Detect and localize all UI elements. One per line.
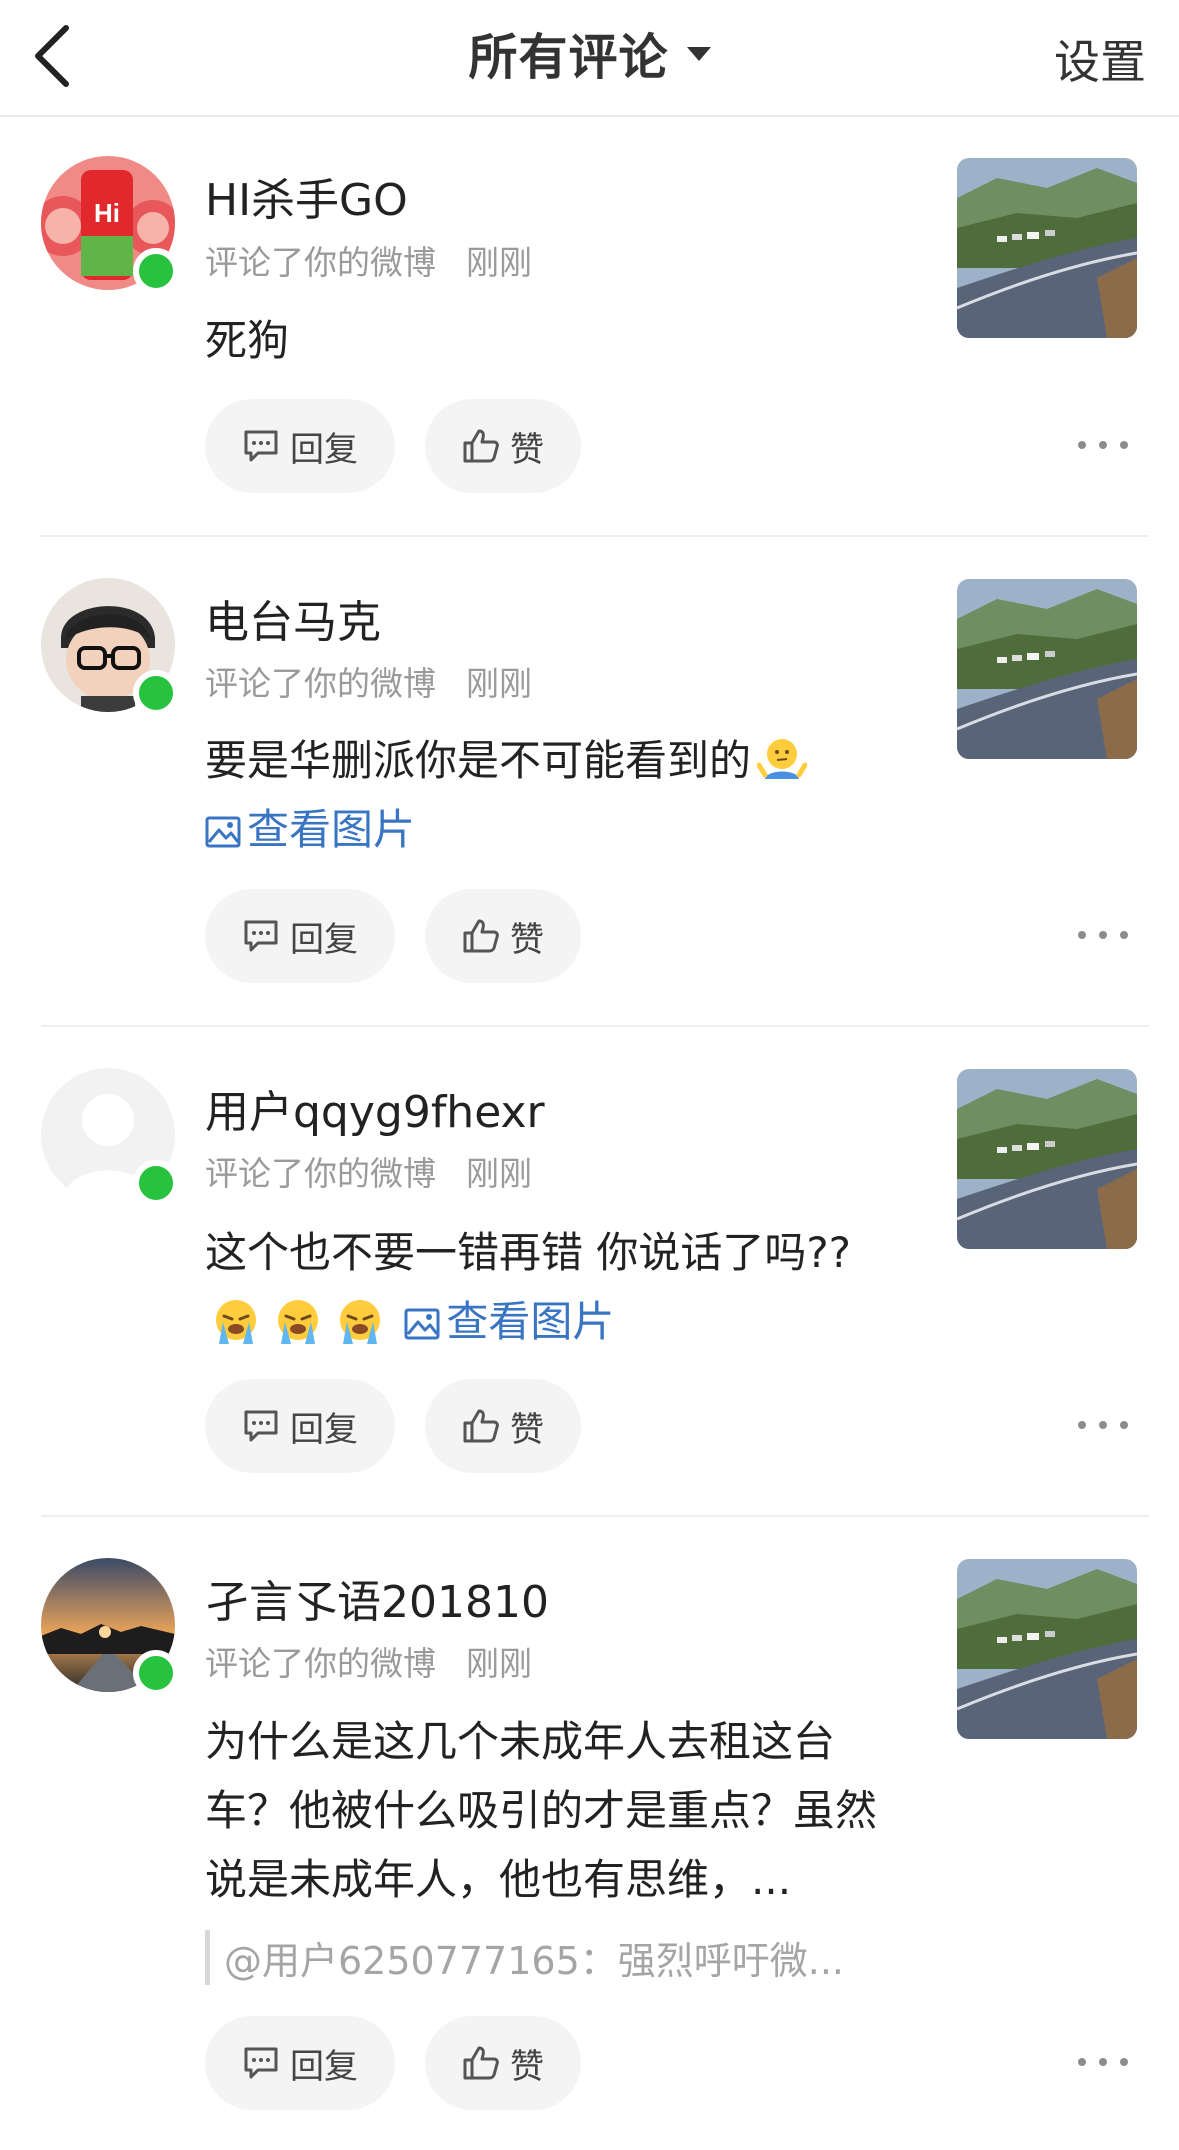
online-status-dot	[133, 670, 179, 716]
comment-body: 这个也不要一错再错 你说话了吗??	[205, 1228, 851, 1277]
online-status-dot	[133, 248, 179, 294]
reply-button[interactable]: 回复	[205, 889, 395, 983]
like-button[interactable]: 赞	[425, 2016, 581, 2110]
comment-time: 刚刚	[466, 1154, 532, 1193]
crying-emoji-icon	[216, 1300, 256, 1344]
like-label: 赞	[510, 2046, 544, 2087]
image-icon	[205, 816, 241, 848]
weibo-post-thumbnail[interactable]	[957, 1559, 1137, 1739]
like-label: 赞	[510, 1409, 544, 1450]
comment-bubble-icon	[244, 430, 278, 462]
avatar[interactable]	[41, 1068, 179, 1206]
comment-filter-dropdown[interactable]: 所有评论	[468, 18, 711, 89]
comment-action-text: 评论了你的微博	[205, 664, 436, 703]
reply-label: 回复	[290, 919, 358, 960]
view-image-label: 查看图片	[446, 1297, 615, 1346]
view-image-label: 查看图片	[247, 805, 416, 854]
comment-text[interactable]: 为什么是这几个未成年人去租这台车？他被什么吸引的才是重点？虽然说是未成年人，他也…	[205, 1707, 895, 1914]
settings-button[interactable]: 设置	[1054, 26, 1146, 92]
like-button[interactable]: 赞	[425, 889, 581, 983]
view-image-link[interactable]: 查看图片	[205, 805, 415, 854]
more-options-button[interactable]	[1078, 915, 1128, 955]
thumbs-up-icon	[463, 2046, 499, 2080]
comment-time: 刚刚	[466, 664, 532, 703]
comment-action-text: 评论了你的微博	[205, 1154, 436, 1193]
weibo-post-thumbnail[interactable]	[957, 158, 1137, 338]
comment-meta: 评论了你的微博 刚刚	[205, 657, 532, 705]
username[interactable]: HI杀手GO	[205, 164, 408, 228]
comment-text[interactable]: 这个也不要一错再错 你说话了吗?? 查看图片	[205, 1218, 895, 1356]
username[interactable]: 孑言孓语201810	[205, 1566, 549, 1630]
comment-body: 死狗	[205, 316, 290, 365]
view-image-link[interactable]: 查看图片	[404, 1297, 614, 1346]
more-options-button[interactable]	[1078, 425, 1128, 465]
thumbs-up-icon	[463, 429, 499, 463]
online-status-dot	[133, 1650, 179, 1696]
like-label: 赞	[510, 919, 544, 960]
comment-action-text: 评论了你的微博	[205, 243, 436, 282]
comment-time: 刚刚	[466, 1644, 532, 1683]
comment-bubble-icon	[244, 1410, 278, 1442]
more-options-button[interactable]	[1078, 1405, 1128, 1445]
reply-button[interactable]: 回复	[205, 399, 395, 493]
top-nav-bar: 所有评论 设置	[0, 0, 1179, 117]
page-title: 所有评论	[468, 29, 669, 86]
crying-emoji-icon	[278, 1300, 318, 1344]
reply-label: 回复	[290, 2046, 358, 2087]
like-button[interactable]: 赞	[425, 399, 581, 493]
thumbs-up-icon	[463, 1409, 499, 1443]
like-button[interactable]: 赞	[425, 1379, 581, 1473]
comment-bubble-icon	[244, 920, 278, 952]
avatar[interactable]	[41, 578, 179, 716]
avatar[interactable]	[41, 1558, 179, 1696]
online-status-dot	[133, 1160, 179, 1206]
comment-bubble-icon	[244, 2047, 278, 2079]
comment-action-text: 评论了你的微博	[205, 1644, 436, 1683]
username[interactable]: 用户qqyg9fhexr	[205, 1076, 545, 1140]
comment-meta: 评论了你的微博 刚刚	[205, 236, 532, 284]
svg-text:Hi: Hi	[94, 198, 120, 228]
caret-down-icon	[686, 46, 711, 61]
comment-body: 要是华删派你是不可能看到的	[205, 736, 752, 785]
comment-text[interactable]: 死狗	[205, 306, 895, 375]
reply-button[interactable]: 回复	[205, 2016, 395, 2110]
reply-label: 回复	[290, 429, 358, 470]
divider	[41, 1515, 1149, 1517]
comment-text[interactable]: 要是华删派你是不可能看到的 查看图片	[205, 726, 895, 864]
shrug-emoji-icon	[757, 739, 808, 779]
reply-label: 回复	[290, 1409, 358, 1450]
comment-time: 刚刚	[466, 243, 532, 282]
comment-meta: 评论了你的微博 刚刚	[205, 1147, 532, 1195]
avatar[interactable]: Hi	[41, 156, 179, 294]
divider	[41, 1025, 1149, 1027]
like-label: 赞	[510, 429, 544, 470]
divider	[41, 535, 1149, 537]
thumbs-up-icon	[463, 919, 499, 953]
reply-button[interactable]: 回复	[205, 1379, 395, 1473]
username[interactable]: 电台马克	[205, 586, 381, 650]
crying-emoji-icon	[340, 1300, 380, 1344]
comment-body: 为什么是这几个未成年人去租这台车？他被什么吸引的才是重点？虽然说是未成年人，他也…	[205, 1717, 878, 1904]
quoted-comment[interactable]: @用户6250777165：强烈呼吁微...	[205, 1930, 895, 1985]
comment-meta: 评论了你的微博 刚刚	[205, 1637, 532, 1685]
weibo-post-thumbnail[interactable]	[957, 1069, 1137, 1249]
more-options-button[interactable]	[1078, 2042, 1128, 2082]
image-icon	[404, 1308, 440, 1340]
weibo-post-thumbnail[interactable]	[957, 579, 1137, 759]
